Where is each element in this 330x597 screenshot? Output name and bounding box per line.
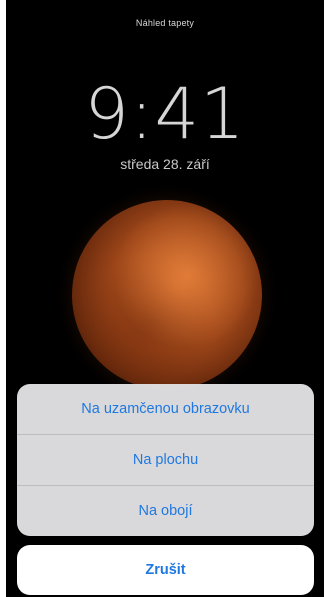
lockscreen-clock: 9:41 — [84, 73, 246, 155]
set-lock-screen-button[interactable]: Na uzamčenou obrazovku — [17, 384, 314, 434]
set-both-button[interactable]: Na obojí — [17, 485, 314, 536]
set-home-screen-button[interactable]: Na plochu — [17, 434, 314, 485]
cancel-button[interactable]: Zrušit — [17, 545, 314, 595]
lockscreen-date: středa 28. září — [120, 156, 210, 172]
preview-title: Náhled tapety — [135, 18, 195, 28]
action-sheet: Na uzamčenou obrazovku Na plochu Na oboj… — [17, 384, 330, 595]
mars-wallpaper-image — [72, 200, 262, 390]
action-sheet-options: Na uzamčenou obrazovku Na plochu Na oboj… — [17, 384, 314, 536]
